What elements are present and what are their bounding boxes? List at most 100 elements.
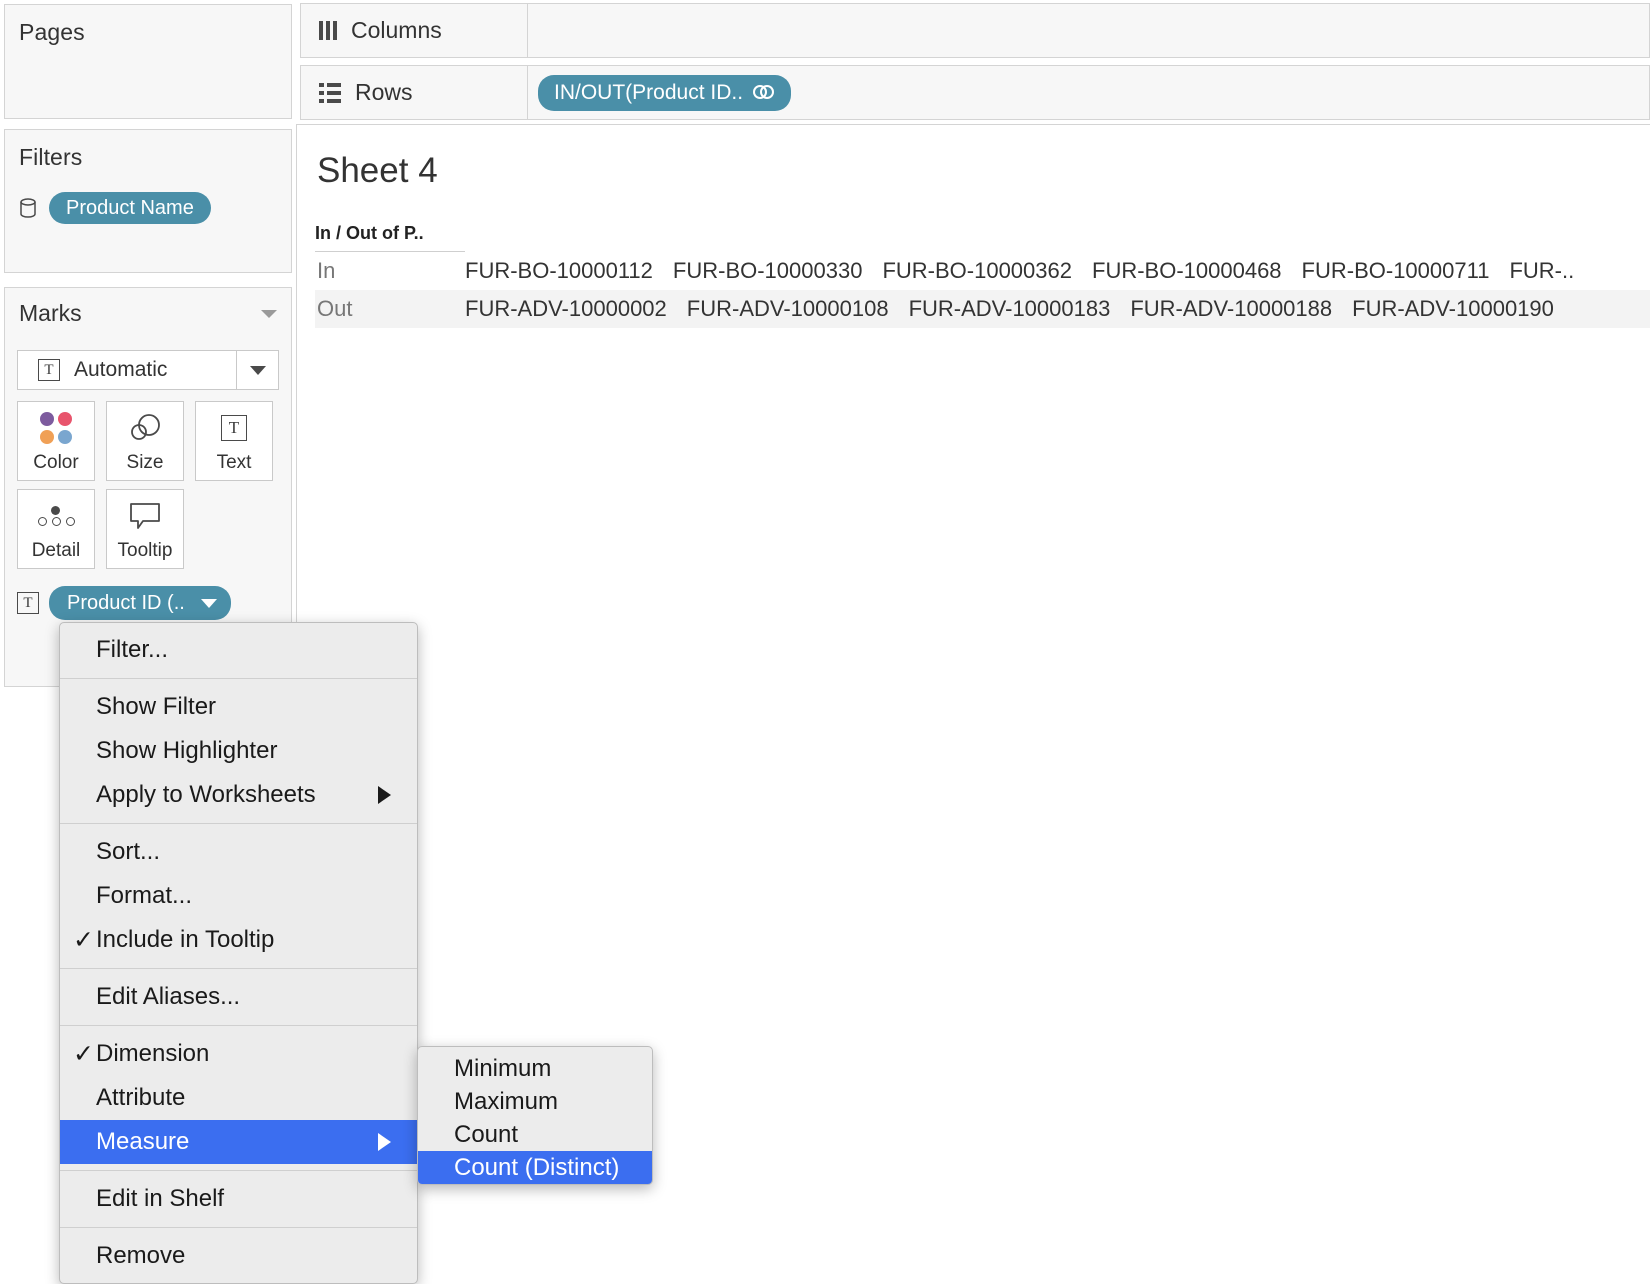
- menu-item-show-filter[interactable]: Show Filter: [60, 685, 417, 729]
- menu-item-label: Include in Tooltip: [96, 926, 275, 953]
- columns-icon: [319, 21, 337, 40]
- menu-item-apply-to-worksheets[interactable]: Apply to Worksheets: [60, 773, 417, 817]
- menu-item-include-in-tooltip[interactable]: ✓ Include in Tooltip: [60, 918, 417, 962]
- color-dots-icon: [40, 402, 72, 453]
- menu-separator: [60, 1227, 417, 1228]
- cell-value: FUR-..: [1509, 258, 1575, 283]
- menu-item-label: Format...: [96, 882, 193, 909]
- menu-item-dimension[interactable]: ✓ Dimension: [60, 1032, 417, 1076]
- cell-value: FUR-ADV-10000002: [465, 296, 667, 321]
- marks-button-text[interactable]: T Text: [195, 401, 273, 481]
- menu-item-label: Maximum: [454, 1087, 559, 1115]
- cell-value: FUR-BO-10000468: [1092, 258, 1282, 283]
- marks-pill-label: Product ID (..: [67, 591, 185, 614]
- cell-value: FUR-BO-10000362: [882, 258, 1072, 283]
- table-row-values: FUR-ADV-10000002 FUR-ADV-10000108 FUR-AD…: [465, 296, 1554, 322]
- menu-separator: [60, 678, 417, 679]
- menu-item-label: Dimension: [96, 1040, 210, 1067]
- table-row-label: Out: [317, 296, 353, 321]
- caret-down-icon[interactable]: [200, 598, 217, 608]
- filter-pill-label: Product Name: [66, 196, 194, 219]
- size-circles-icon: [128, 402, 162, 453]
- left-panel: Pages Filters Product Name Marks T Autom…: [0, 0, 296, 692]
- menu-item-label: Edit Aliases...: [96, 983, 241, 1010]
- cell-value: FUR-ADV-10000188: [1130, 296, 1333, 321]
- mark-type-caret[interactable]: [236, 351, 278, 389]
- menu-item-sort[interactable]: Sort...: [60, 830, 417, 874]
- table-row-label: In: [317, 258, 336, 283]
- cell-value: FUR-BO-10000711: [1301, 258, 1490, 283]
- menu-item-label: Remove: [96, 1242, 186, 1269]
- marks-pill-product-id[interactable]: Product ID (..: [49, 586, 231, 620]
- menu-item-show-highlighter[interactable]: Show Highlighter: [60, 729, 417, 773]
- marks-pill-row: T Product ID (..: [17, 586, 231, 620]
- table-row[interactable]: In FUR-BO-10000112 FUR-BO-10000330 FUR-B…: [315, 252, 1650, 290]
- marks-button-color[interactable]: Color: [17, 401, 95, 481]
- menu-item-label: Apply to Worksheets: [96, 781, 316, 808]
- marks-button-color-label: Color: [33, 452, 79, 473]
- menu-item-remove[interactable]: Remove: [60, 1234, 417, 1278]
- menu-item-filter[interactable]: Filter...: [60, 628, 417, 672]
- database-icon: [19, 198, 37, 218]
- text-box-icon: T: [221, 402, 247, 453]
- marks-button-detail[interactable]: Detail: [17, 489, 95, 569]
- mark-type-dropdown[interactable]: T Automatic: [17, 350, 279, 390]
- marks-button-size[interactable]: Size: [106, 401, 184, 481]
- filter-pill-row: Product Name: [19, 192, 211, 224]
- menu-item-label: Minimum: [454, 1054, 552, 1082]
- filters-title: Filters: [19, 144, 83, 170]
- menu-item-attribute[interactable]: Attribute: [60, 1076, 417, 1120]
- menu-item-measure[interactable]: Measure: [60, 1120, 417, 1164]
- rows-pill-label: IN/OUT(Product ID..: [554, 80, 744, 104]
- submenu-item-minimum[interactable]: Minimum: [418, 1052, 652, 1085]
- detail-dots-icon: [37, 490, 75, 541]
- cell-value: FUR-ADV-10000108: [686, 296, 889, 321]
- set-link-icon: [753, 84, 775, 101]
- menu-separator: [60, 1170, 417, 1171]
- table-row-values: FUR-BO-10000112 FUR-BO-10000330 FUR-BO-1…: [465, 258, 1574, 284]
- menu-separator: [60, 968, 417, 969]
- cell-value: FUR-ADV-10000190: [1352, 296, 1554, 321]
- rows-pill-in-out[interactable]: IN/OUT(Product ID..: [538, 74, 792, 111]
- marks-title: Marks: [19, 300, 82, 326]
- menu-separator: [60, 823, 417, 824]
- table-row[interactable]: Out FUR-ADV-10000002 FUR-ADV-10000108 FU…: [315, 290, 1650, 328]
- submenu-item-count-distinct[interactable]: Count (Distinct): [418, 1151, 652, 1184]
- rows-shelf[interactable]: Rows IN/OUT(Product ID..: [300, 65, 1650, 120]
- rows-icon: [319, 82, 341, 103]
- pages-shelf[interactable]: Pages: [4, 4, 292, 119]
- submenu-arrow-icon: [378, 1133, 391, 1151]
- marks-button-tooltip-label: Tooltip: [117, 540, 173, 561]
- checkmark-icon: ✓: [73, 1039, 94, 1068]
- measure-submenu: Minimum Maximum Count Count (Distinct): [417, 1046, 653, 1185]
- menu-item-edit-in-shelf[interactable]: Edit in Shelf: [60, 1177, 417, 1221]
- checkmark-icon: ✓: [73, 925, 94, 954]
- caret-down-icon: [249, 365, 266, 375]
- chevron-down-icon[interactable]: [261, 310, 277, 318]
- submenu-arrow-icon: [378, 786, 391, 804]
- menu-item-label: Count: [454, 1120, 519, 1148]
- submenu-item-count[interactable]: Count: [418, 1118, 652, 1151]
- tooltip-bubble-icon: [129, 490, 161, 541]
- rows-shelf-dropzone[interactable]: IN/OUT(Product ID..: [528, 65, 1650, 120]
- text-mark-icon: T: [17, 592, 39, 614]
- page-title: Sheet 4: [317, 151, 438, 190]
- menu-item-format[interactable]: Format...: [60, 874, 417, 918]
- columns-shelf-label: Columns: [351, 17, 442, 43]
- marks-button-detail-label: Detail: [31, 540, 81, 561]
- columns-shelf-dropzone[interactable]: [528, 3, 1650, 58]
- menu-item-label: Count (Distinct): [454, 1153, 620, 1181]
- submenu-item-maximum[interactable]: Maximum: [418, 1085, 652, 1118]
- cell-value: FUR-BO-10000330: [672, 258, 863, 283]
- filter-pill-product-name[interactable]: Product Name: [49, 192, 211, 224]
- marks-button-text-label: Text: [216, 452, 252, 473]
- cell-value: FUR-ADV-10000183: [908, 296, 1111, 321]
- menu-item-edit-aliases[interactable]: Edit Aliases...: [60, 975, 417, 1019]
- pages-title: Pages: [19, 19, 85, 45]
- row-field-header[interactable]: In / Out of P..: [315, 223, 465, 252]
- marks-button-tooltip[interactable]: Tooltip: [106, 489, 184, 569]
- menu-item-label: Edit in Shelf: [96, 1185, 225, 1212]
- menu-item-label: Filter...: [96, 636, 169, 663]
- filters-shelf[interactable]: Filters Product Name: [4, 129, 292, 273]
- columns-shelf[interactable]: Columns: [300, 3, 1650, 58]
